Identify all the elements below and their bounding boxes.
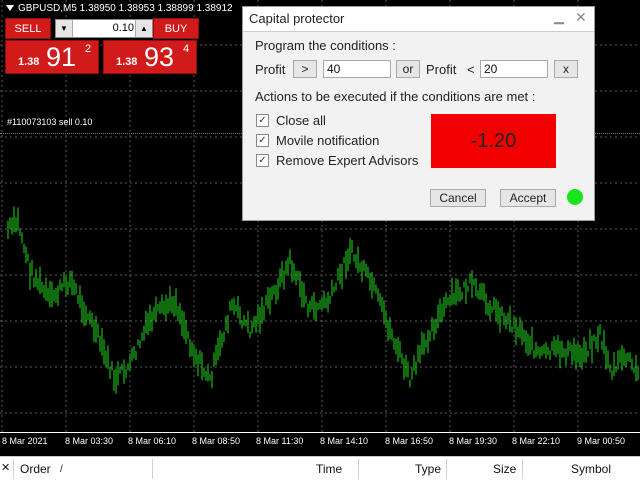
profit-input-2[interactable]: 20: [480, 60, 548, 78]
actions-heading: Actions to be executed if the conditions…: [255, 89, 536, 104]
buy-price-sup: 4: [183, 43, 190, 55]
dialog-title: Capital protector: [249, 11, 345, 26]
lot-decrease-icon[interactable]: ▼: [56, 20, 73, 37]
time-tick: 8 Mar 22:10: [512, 436, 561, 446]
program-heading: Program the conditions :: [255, 38, 396, 53]
check-icon[interactable]: ✓: [256, 134, 269, 147]
time-tick: 8 Mar 06:10: [128, 436, 177, 446]
profit-label-1: Profit: [255, 62, 286, 77]
position-label: #110073103 sell 0.10: [7, 117, 93, 127]
profit-input-1[interactable]: 40: [323, 60, 391, 78]
less-than-symbol: <: [467, 62, 475, 77]
status-dot-icon: [567, 189, 583, 205]
column-separator: [13, 459, 14, 479]
sell-button[interactable]: SELL: [5, 18, 51, 39]
or-button[interactable]: or: [396, 60, 420, 78]
time-tick: 8 Mar 08:50: [192, 436, 241, 446]
sell-price-button[interactable]: 1.38 91 2: [5, 40, 99, 74]
column-type[interactable]: Type: [415, 462, 441, 476]
chart-symbol-line: GBPUSD,M5 1.38950 1.38953 1.38899 1.3891…: [6, 3, 233, 14]
time-tick: 9 Mar 00:50: [577, 436, 626, 446]
sort-icon[interactable]: /: [60, 464, 63, 475]
lot-size-field[interactable]: ▼ 0.10 ▲: [55, 19, 153, 38]
column-separator: [152, 459, 153, 479]
close-icon[interactable]: ✕: [1, 461, 10, 474]
buy-button[interactable]: BUY: [153, 18, 199, 39]
accept-button[interactable]: Accept: [500, 189, 556, 207]
column-separator: [358, 459, 359, 479]
time-tick: 8 Mar 03:30: [65, 436, 114, 446]
time-tick: 8 Mar 16:50: [385, 436, 434, 446]
lot-increase-icon[interactable]: ▲: [135, 20, 152, 37]
current-profit-display: -1.20: [431, 114, 556, 168]
option-mobile-notification: Movile notification: [276, 133, 380, 148]
column-symbol[interactable]: Symbol: [571, 462, 611, 476]
option-close-all: Close all: [276, 113, 326, 128]
toolbox-header: ✕ Order / Time Type Size Symbol: [0, 456, 640, 481]
sell-price-prefix: 1.38: [18, 56, 40, 68]
dropdown-icon: [6, 5, 14, 12]
dialog-titlebar[interactable]: Capital protector ▁ ✕: [243, 7, 594, 32]
clear-button[interactable]: x: [554, 60, 578, 78]
time-axis: 8 Mar 2021 8 Mar 03:30 8 Mar 06:10 8 Mar…: [0, 432, 640, 457]
buy-price-prefix: 1.38: [116, 56, 138, 68]
column-order[interactable]: Order: [20, 462, 51, 476]
lot-value[interactable]: 0.10: [74, 20, 134, 37]
column-separator: [522, 459, 523, 479]
option-remove-expert-advisors: Remove Expert Advisors: [276, 153, 419, 168]
capital-protector-dialog: Capital protector ▁ ✕ Program the condit…: [242, 6, 595, 221]
column-size[interactable]: Size: [493, 462, 516, 476]
close-icon[interactable]: ✕: [575, 9, 587, 26]
time-tick: 8 Mar 19:30: [449, 436, 498, 446]
symbol-text: GBPUSD,M5 1.38950 1.38953 1.38899 1.3891…: [18, 3, 233, 14]
one-click-trading-panel: SELL ▼ 0.10 ▲ BUY 1.38 91 2 1.38 93 4: [5, 18, 199, 74]
buy-price-button[interactable]: 1.38 93 4: [103, 40, 197, 74]
cancel-button[interactable]: Cancel: [430, 189, 486, 207]
check-icon[interactable]: ✓: [256, 154, 269, 167]
sell-price-big: 91: [46, 42, 77, 72]
buy-price-big: 93: [144, 42, 175, 72]
minimize-icon[interactable]: ▁: [554, 9, 564, 25]
time-tick: 8 Mar 14:10: [320, 436, 369, 446]
column-time[interactable]: Time: [316, 462, 342, 476]
column-separator: [446, 459, 447, 479]
time-tick: 8 Mar 11:30: [256, 436, 304, 446]
profit-label-2: Profit: [426, 62, 457, 77]
check-icon[interactable]: ✓: [256, 114, 269, 127]
candlestick-series: [7, 206, 639, 394]
sell-price-sup: 2: [85, 43, 92, 55]
greater-than-button[interactable]: >: [293, 60, 317, 78]
time-tick: 8 Mar 2021: [2, 436, 48, 446]
